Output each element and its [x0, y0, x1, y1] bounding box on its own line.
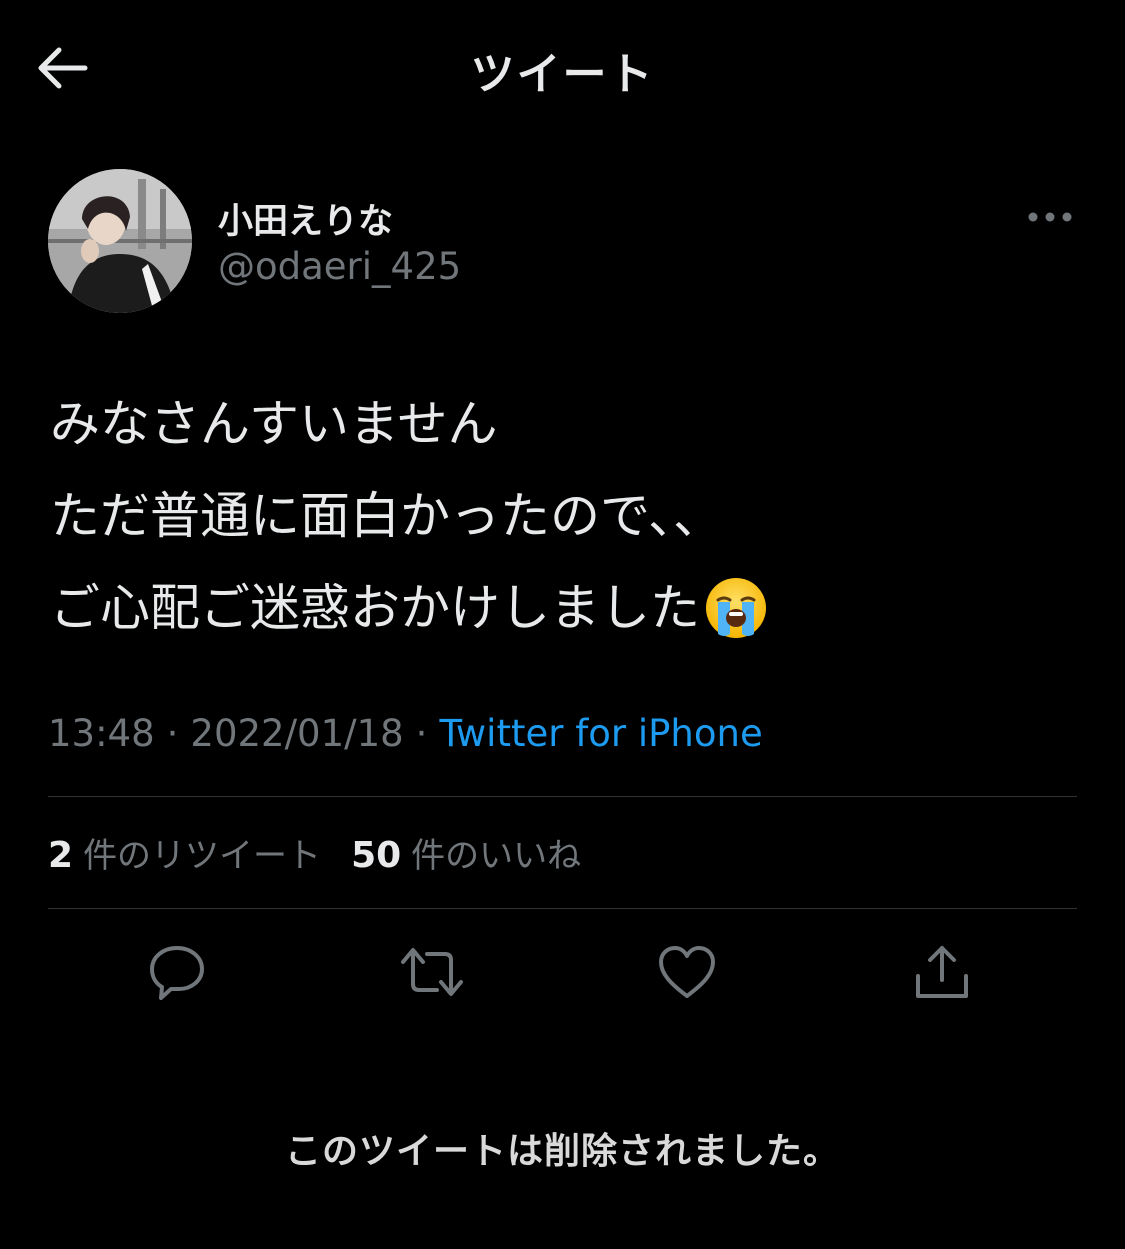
more-horizontal-icon [1028, 212, 1072, 222]
author-display-name[interactable]: 小田えりな [218, 193, 393, 244]
tweet-line: ご心配ご迷惑おかけしました [50, 562, 1070, 654]
tweet-stats: 2 件のリツイート 50 件のいいね [48, 828, 611, 877]
tweet-source-link[interactable]: Twitter for iPhone [439, 712, 762, 755]
tweet-line: みなさんすいません [50, 395, 498, 453]
tweet-text: みなさんすいません ただ普通に面白かったので、、 ご心配ご迷惑おかけしました [50, 378, 1070, 654]
tweet-date: 2022/01/18 [190, 712, 404, 755]
share-icon [916, 946, 968, 998]
more-options-button[interactable] [1022, 200, 1078, 234]
reply-button[interactable] [143, 938, 211, 1006]
like-button[interactable] [653, 938, 721, 1006]
page-title: ツイート [470, 49, 655, 100]
retweet-icon [401, 948, 463, 996]
top-bar: ツイート [0, 0, 1125, 135]
tweet-time: 13:48 [48, 712, 155, 755]
heart-icon [659, 946, 715, 998]
tweet-detail-page: ツイート 小田えりな @odaeri_425 みなさんすいません ただ普通に面白… [0, 0, 1125, 1249]
avatar[interactable] [48, 169, 192, 313]
divider [48, 796, 1077, 797]
meta-separator: · [415, 712, 428, 755]
divider [48, 908, 1077, 909]
retweets-label: 件のリツイート [83, 836, 322, 876]
loudly-crying-face-emoji [706, 578, 766, 638]
tweet-line-text: ご心配ご迷惑おかけしました [50, 579, 700, 637]
profile-photo [48, 169, 192, 313]
author-handle[interactable]: @odaeri_425 [218, 245, 461, 288]
retweets-count: 2 [48, 835, 74, 876]
reply-icon [150, 946, 204, 1000]
share-button[interactable] [908, 938, 976, 1006]
likes-stat[interactable]: 50 件のいいね [351, 828, 581, 877]
deleted-notice: このツイートは削除されました。 [284, 1131, 840, 1172]
tweet-line: ただ普通に面白かったので、、 [50, 487, 723, 545]
meta-separator: · [166, 712, 179, 755]
likes-count: 50 [351, 835, 402, 876]
retweets-stat[interactable]: 2 件のリツイート [48, 828, 321, 877]
likes-label: 件のいいね [411, 836, 582, 876]
tweet-meta: 13:48 · 2022/01/18 · Twitter for iPhone [48, 712, 763, 755]
retweet-button[interactable] [398, 938, 466, 1006]
